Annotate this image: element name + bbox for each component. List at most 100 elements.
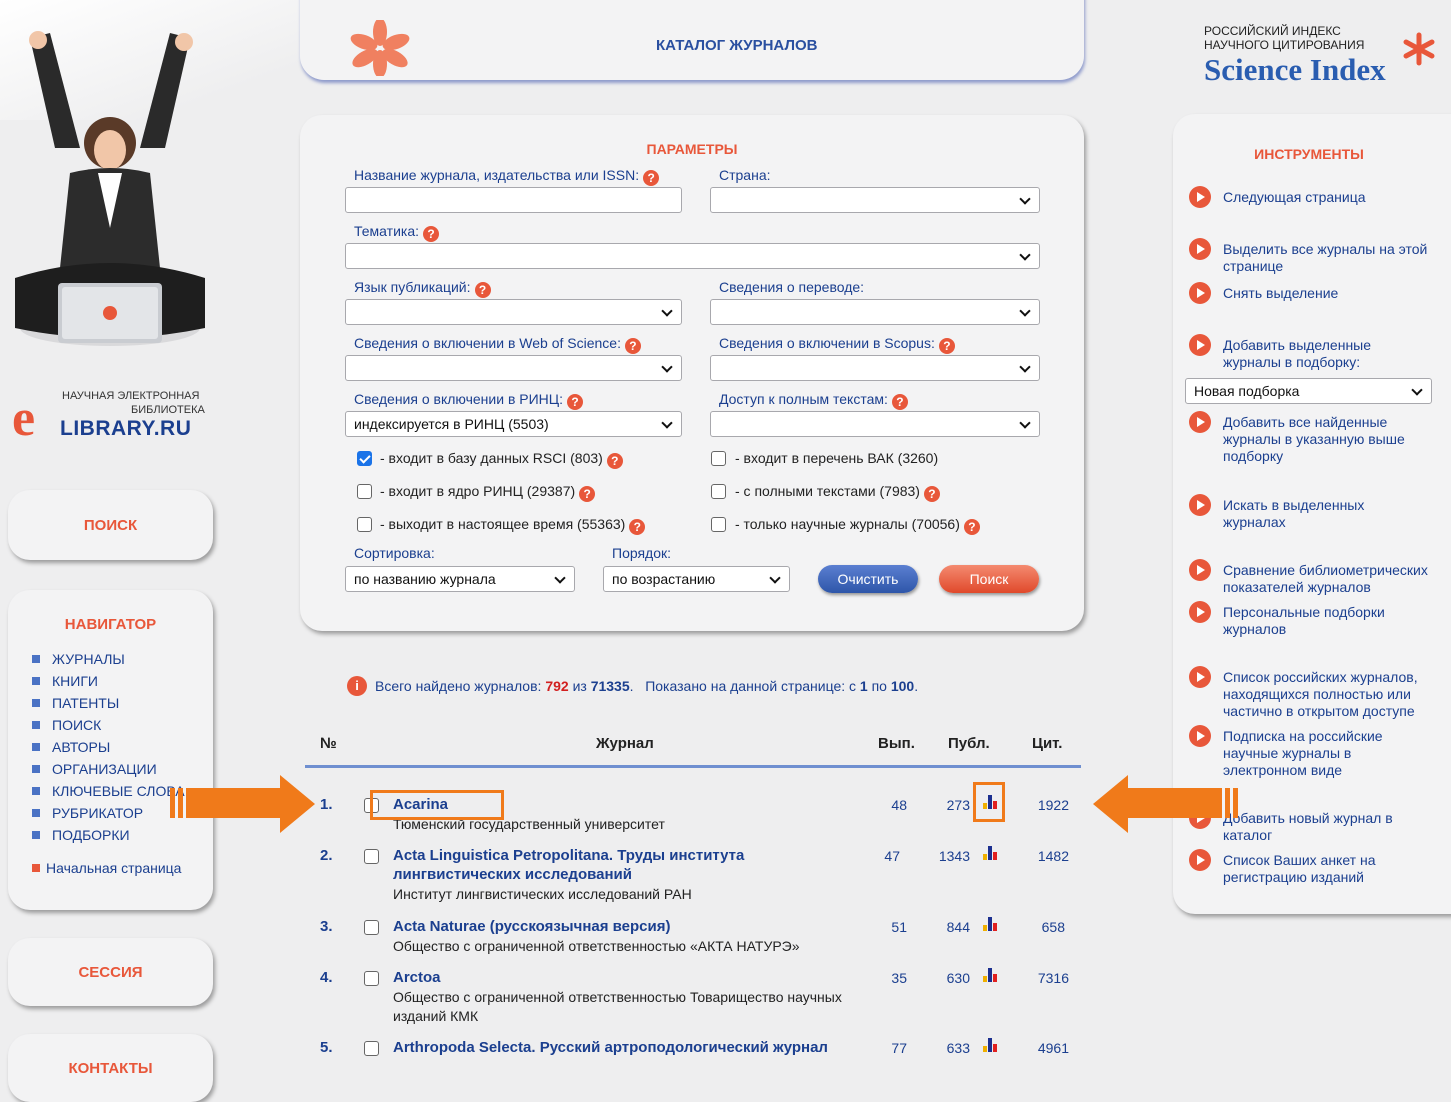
fulltext-checkbox[interactable]: [711, 484, 726, 499]
row-checkbox[interactable]: [364, 920, 379, 935]
journal-publisher: Общество с ограниченной ответственностью…: [393, 938, 800, 954]
search-link[interactable]: ПОИСК: [8, 517, 213, 534]
sort-label: Сортировка:: [354, 545, 435, 561]
rsci-checkbox[interactable]: [357, 451, 372, 466]
issues-count: 77: [891, 1040, 907, 1056]
bar-chart-icon[interactable]: [983, 968, 999, 982]
order-select[interactable]: по возрастанию: [603, 566, 790, 592]
nav-item-search[interactable]: ПОИСК: [32, 714, 185, 736]
arrow-right-annotation: [170, 775, 315, 833]
translation-select[interactable]: [710, 299, 1040, 325]
journal-input[interactable]: [345, 187, 682, 213]
pubs-count[interactable]: 633: [930, 1040, 970, 1056]
journal-title-link[interactable]: Acta Linguistica Petropolitana. Труды ин…: [393, 846, 833, 884]
tool-open-access-list[interactable]: Список российских журналов, находящихся …: [1189, 666, 1439, 720]
rinc-select[interactable]: индексируется в РИНЦ (5503): [345, 411, 682, 437]
tool-deselect[interactable]: Снять выделение: [1189, 282, 1439, 304]
help-icon[interactable]: ?: [606, 453, 623, 469]
nav-item-authors[interactable]: АВТОРЫ: [32, 736, 185, 758]
pubs-count[interactable]: 273: [930, 797, 970, 813]
nav-item-books[interactable]: КНИГИ: [32, 670, 185, 692]
tool-subscription[interactable]: Подписка на российские научные журналы в…: [1189, 725, 1439, 779]
science-index-logo[interactable]: РОССИЙСКИЙ ИНДЕКС НАУЧНОГО ЦИТИРОВАНИЯ S…: [1204, 24, 1444, 94]
help-icon[interactable]: ?: [923, 486, 940, 502]
order-label: Порядок:: [612, 545, 672, 561]
journal-title-link[interactable]: Acta Naturae (русскоязычная версия): [393, 917, 670, 936]
bar-chart-icon[interactable]: [983, 917, 999, 931]
nav-item-rubricator[interactable]: РУБРИКАТОР: [32, 802, 185, 824]
lang-label: Язык публикаций:?: [354, 279, 491, 298]
help-icon[interactable]: ?: [629, 519, 646, 535]
help-icon[interactable]: ?: [938, 338, 955, 354]
wos-select[interactable]: [345, 355, 682, 381]
bullet-icon: [32, 809, 40, 817]
contacts-panel[interactable]: КОНТАКТЫ: [8, 1034, 213, 1102]
nav-item-organizations[interactable]: ОРГАНИЗАЦИИ: [32, 758, 185, 780]
topic-select[interactable]: [345, 243, 1040, 269]
sort-select[interactable]: по названию журнала: [345, 566, 575, 592]
search-panel[interactable]: ПОИСК: [8, 490, 213, 560]
session-panel[interactable]: СЕССИЯ: [8, 938, 213, 1006]
navigator-list: ЖУРНАЛЫ КНИГИ ПАТЕНТЫ ПОИСК АВТОРЫ ОРГАН…: [32, 648, 185, 846]
help-icon[interactable]: ?: [474, 282, 491, 298]
tool-registration-forms[interactable]: Список Ваших анкет на регистрацию издани…: [1189, 849, 1439, 886]
journal-title-link[interactable]: Arthropoda Selecta. Русский артроподолог…: [393, 1038, 833, 1057]
nav-item-collections[interactable]: ПОДБОРКИ: [32, 824, 185, 846]
bar-chart-icon[interactable]: [983, 846, 999, 860]
tool-add-selected[interactable]: Добавить выделенные журналы в подборку:: [1189, 334, 1439, 371]
row-checkbox[interactable]: [364, 971, 379, 986]
fulltext-select[interactable]: [710, 411, 1040, 437]
tool-search-selected[interactable]: Искать в выделенных журналах: [1189, 494, 1439, 531]
issues-count: 48: [891, 797, 907, 813]
lang-select[interactable]: [345, 299, 682, 325]
nav-item-keywords[interactable]: КЛЮЧЕВЫЕ СЛОВА: [32, 780, 185, 802]
row-checkbox[interactable]: [364, 849, 379, 864]
elibrary-brand: LIBRARY.RU: [60, 417, 192, 440]
fulltext-checkbox-label: - с полными текстами (7983)?: [735, 483, 940, 502]
help-icon[interactable]: ?: [891, 394, 908, 410]
session-link[interactable]: СЕССИЯ: [8, 964, 213, 981]
collection-select[interactable]: Новая подборка: [1185, 378, 1432, 404]
pubs-count[interactable]: 630: [930, 970, 970, 986]
contacts-link[interactable]: КОНТАКТЫ: [8, 1060, 213, 1077]
bullet-icon: [32, 787, 40, 795]
tool-add-all-found[interactable]: Добавить все найденные журналы в указанн…: [1189, 411, 1439, 465]
pubs-count[interactable]: 1343: [930, 848, 970, 864]
nav-item-journals[interactable]: ЖУРНАЛЫ: [32, 648, 185, 670]
help-icon[interactable]: ?: [579, 486, 596, 502]
rinc-label: Сведения о включении в РИНЦ:?: [354, 391, 584, 410]
hero-illustration: [15, 31, 205, 346]
row-number: 2.: [320, 847, 333, 864]
science-index-line1: РОССИЙСКИЙ ИНДЕКС: [1204, 24, 1341, 38]
elibrary-line2: БИБЛИОТЕКА: [131, 404, 205, 416]
tool-personal-collections[interactable]: Персональные подборки журналов: [1189, 601, 1439, 638]
vak-checkbox[interactable]: [711, 451, 726, 466]
current-checkbox[interactable]: [357, 517, 372, 532]
scopus-select[interactable]: [710, 355, 1040, 381]
elibrary-logo[interactable]: e НАУЧНАЯ ЭЛЕКТРОННАЯ БИБЛИОТЕКА LIBRARY…: [12, 390, 212, 445]
arrow-left-annotation: [1093, 775, 1238, 833]
journal-title-link[interactable]: Arctoa: [393, 968, 441, 987]
rinc-core-checkbox[interactable]: [357, 484, 372, 499]
play-icon: [1189, 186, 1211, 208]
search-button[interactable]: Поиск: [939, 565, 1039, 593]
pubs-count[interactable]: 844: [930, 919, 970, 935]
help-icon[interactable]: ?: [423, 226, 439, 242]
help-icon[interactable]: ?: [963, 519, 980, 535]
help-icon[interactable]: ?: [624, 338, 641, 354]
bar-chart-icon[interactable]: [983, 1038, 999, 1052]
nav-item-patents[interactable]: ПАТЕНТЫ: [32, 692, 185, 714]
home-link[interactable]: Начальная страница: [32, 860, 181, 876]
tool-compare-metrics[interactable]: Сравнение библиометрических показателей …: [1189, 559, 1439, 596]
tool-next-page[interactable]: Следующая страница: [1189, 186, 1439, 208]
clear-button[interactable]: Очистить: [818, 565, 918, 593]
tool-select-all[interactable]: Выделить все журналы на этой странице: [1189, 238, 1439, 275]
help-icon[interactable]: ?: [643, 170, 660, 186]
country-select[interactable]: [710, 187, 1040, 213]
help-icon[interactable]: ?: [567, 394, 584, 410]
scopus-label: Сведения о включении в Scopus:?: [719, 335, 955, 354]
scientific-only-checkbox[interactable]: [711, 517, 726, 532]
row-checkbox[interactable]: [364, 1041, 379, 1056]
issues-count: 35: [891, 970, 907, 986]
cites-count: 4961: [1037, 1040, 1069, 1056]
